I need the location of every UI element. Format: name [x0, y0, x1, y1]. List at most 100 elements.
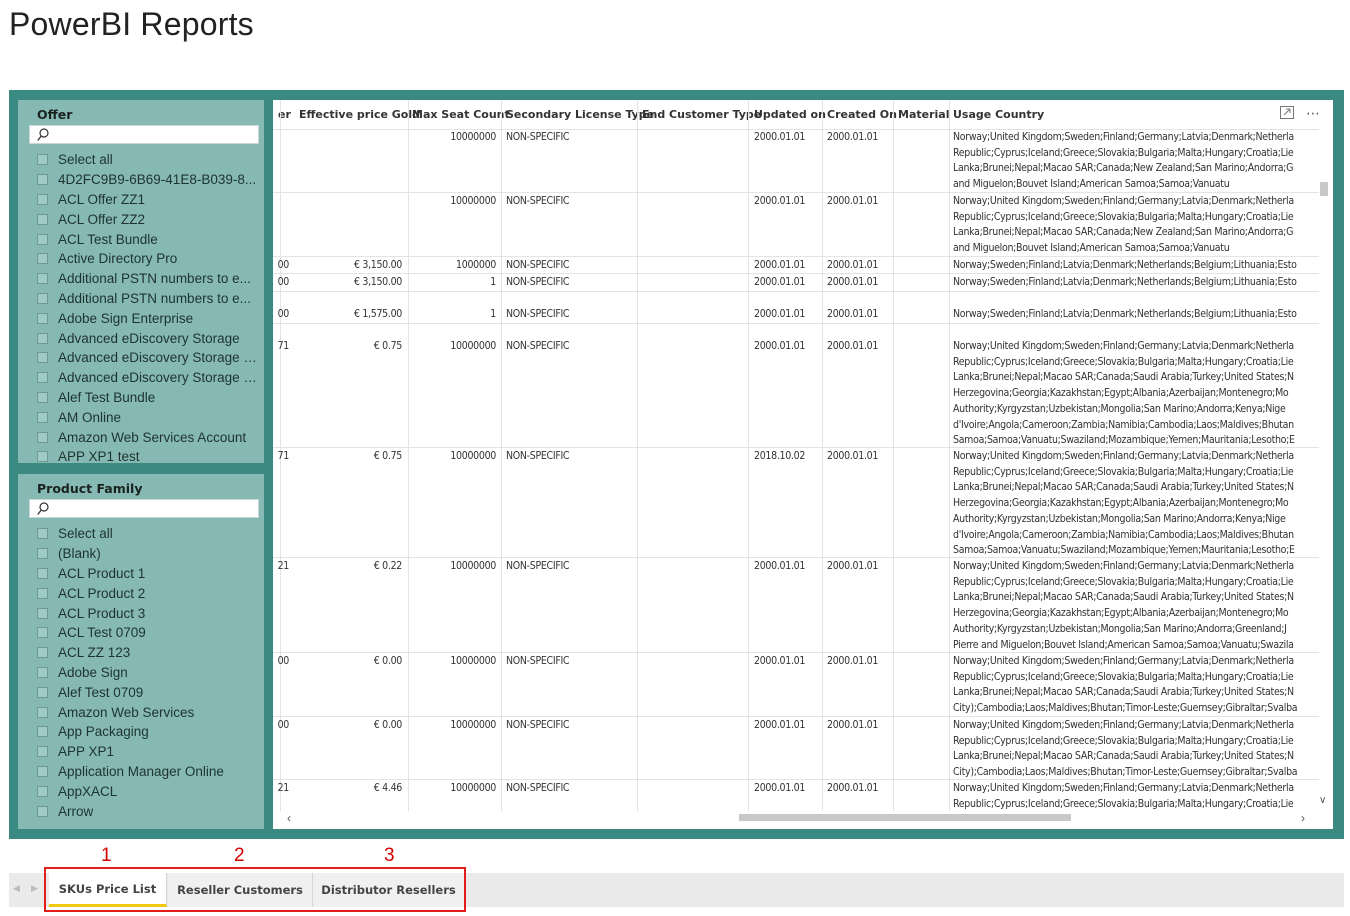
- vertical-scrollbar[interactable]: ∨: [1319, 130, 1333, 816]
- checkbox[interactable]: [37, 451, 48, 463]
- family-slicer-item[interactable]: Alef Test 0709: [18, 682, 264, 702]
- cell-max-seat-count: 10000000: [450, 560, 496, 572]
- family-slicer-item[interactable]: (Blank): [18, 544, 264, 564]
- family-slicer-item[interactable]: Select all: [18, 524, 264, 544]
- offer-slicer-item[interactable]: Advanced eDiscovery Storage f...: [18, 368, 264, 388]
- column-header-updated-on[interactable]: Updated on: [754, 108, 826, 121]
- checkbox[interactable]: [37, 726, 48, 738]
- checkbox[interactable]: [37, 292, 48, 304]
- slicer-item-label: APP XP1: [58, 744, 115, 760]
- checkbox[interactable]: [37, 391, 48, 403]
- checkbox[interactable]: [37, 174, 48, 186]
- offer-slicer-item[interactable]: Additional PSTN numbers to e...: [18, 289, 264, 309]
- family-slicer-item[interactable]: Adobe Sign: [18, 663, 264, 683]
- checkbox[interactable]: [37, 765, 48, 777]
- checkbox[interactable]: [37, 666, 48, 678]
- checkbox[interactable]: [37, 587, 48, 599]
- column-divider: [637, 100, 638, 811]
- offer-slicer-item[interactable]: Alef Test Bundle: [18, 388, 264, 408]
- cell-updated-on: 2000.01.01: [754, 560, 806, 572]
- family-slicer-item[interactable]: App Packaging: [18, 722, 264, 742]
- focus-mode-icon[interactable]: [1280, 106, 1294, 119]
- slicer-item-label: Application Manager Online: [58, 763, 224, 779]
- column-divider: [822, 100, 823, 811]
- scroll-down-icon[interactable]: ∨: [1319, 795, 1326, 806]
- slicer-item-label: ACL Offer ZZ2: [58, 211, 146, 227]
- column-header-created-on[interactable]: Created On: [827, 108, 897, 121]
- family-slicer-item[interactable]: Amazon Web Services: [18, 702, 264, 722]
- column-header-effective-price-gold[interactable]: Effective price Gold: [299, 108, 420, 121]
- cell-created-on: 2000.01.01: [827, 131, 879, 143]
- slicer-item-label: ACL Product 3: [58, 605, 146, 621]
- offer-slicer-item[interactable]: ACL Offer ZZ1: [18, 190, 264, 210]
- checkbox[interactable]: [37, 627, 48, 639]
- family-slicer-item[interactable]: Application Manager Online: [18, 762, 264, 782]
- cell-created-on: 2000.01.01: [827, 560, 879, 572]
- column-header-usage-country[interactable]: Usage Country: [953, 108, 1044, 121]
- tabs-prev-icon[interactable]: ◀: [13, 883, 20, 894]
- checkbox[interactable]: [37, 431, 48, 443]
- offer-slicer-item[interactable]: Active Directory Pro: [18, 249, 264, 269]
- checkbox[interactable]: [37, 253, 48, 265]
- checkbox[interactable]: [37, 785, 48, 797]
- checkbox[interactable]: [37, 411, 48, 423]
- product-family-search-input[interactable]: [29, 499, 259, 518]
- column-header-end-customer-type[interactable]: End Customer Type: [642, 108, 761, 121]
- checkbox[interactable]: [37, 332, 48, 344]
- column-header-max-seat-count[interactable]: Max Seat Count: [412, 108, 510, 121]
- scroll-left-icon[interactable]: ‹: [287, 811, 291, 825]
- offer-slicer-item[interactable]: 4D2FC9B9-6B69-41E8-B039-8...: [18, 170, 264, 190]
- column-header-material[interactable]: Material: [898, 108, 949, 121]
- annotation-highlight-box: [44, 867, 466, 912]
- family-slicer-item[interactable]: ACL Product 2: [18, 583, 264, 603]
- checkbox[interactable]: [37, 567, 48, 579]
- cell-max-seat-count: 1: [490, 308, 496, 320]
- offer-slicer-item[interactable]: ACL Test Bundle: [18, 229, 264, 249]
- family-slicer-item[interactable]: ACL Product 3: [18, 603, 264, 623]
- offer-slicer-item[interactable]: Select all: [18, 150, 264, 170]
- offer-item-list: Select all 4D2FC9B9-6B69-41E8-B039-8... AC…: [18, 150, 264, 463]
- scroll-right-icon[interactable]: ›: [1301, 811, 1305, 825]
- checkbox[interactable]: [37, 548, 48, 560]
- offer-slicer-item[interactable]: Additional PSTN numbers to e...: [18, 269, 264, 289]
- column-header-secondary-license-type[interactable]: Secondary License Type: [506, 108, 654, 121]
- offer-search-input[interactable]: [29, 125, 259, 144]
- horizontal-scrollbar[interactable]: ‹ ›: [273, 811, 1319, 825]
- offer-slicer-item[interactable]: AM Online: [18, 407, 264, 427]
- checkbox[interactable]: [37, 686, 48, 698]
- checkbox[interactable]: [37, 352, 48, 364]
- checkbox[interactable]: [37, 706, 48, 718]
- offer-slicer-item[interactable]: Adobe Sign Enterprise: [18, 308, 264, 328]
- checkbox[interactable]: [37, 528, 48, 540]
- offer-slicer-item[interactable]: Advanced eDiscovery Storage: [18, 328, 264, 348]
- family-slicer-item[interactable]: AppXACL: [18, 781, 264, 801]
- offer-slicer-item[interactable]: Advanced eDiscovery Storage (...: [18, 348, 264, 368]
- checkbox[interactable]: [37, 273, 48, 285]
- more-options-icon[interactable]: ⋯: [1306, 106, 1321, 120]
- checkbox[interactable]: [37, 213, 48, 225]
- vertical-scroll-thumb[interactable]: [1320, 182, 1328, 196]
- checkbox[interactable]: [37, 607, 48, 619]
- family-slicer-item[interactable]: Arrow: [18, 801, 264, 821]
- checkbox[interactable]: [37, 647, 48, 659]
- checkbox[interactable]: [37, 193, 48, 205]
- table-header: er Effective price Gold Max Seat Count S…: [273, 100, 1319, 130]
- family-slicer-item[interactable]: APP XP1: [18, 742, 264, 762]
- slicer-item-label: ACL Product 2: [58, 585, 146, 601]
- tabs-next-icon[interactable]: ▶: [31, 883, 38, 894]
- checkbox[interactable]: [37, 154, 48, 166]
- family-slicer-item[interactable]: ACL ZZ 123: [18, 643, 264, 663]
- checkbox[interactable]: [37, 312, 48, 324]
- checkbox[interactable]: [37, 372, 48, 384]
- offer-slicer-item[interactable]: APP XP1 test: [18, 447, 264, 463]
- offer-slicer-item[interactable]: ACL Offer ZZ2: [18, 209, 264, 229]
- family-slicer-item[interactable]: ACL Test 0709: [18, 623, 264, 643]
- slicer-item-label: Amazon Web Services Account: [58, 429, 247, 445]
- cell-usage-country: Norway;United Kingdom;Sweden;Finland;Ger…: [953, 560, 1294, 651]
- family-slicer-item[interactable]: ACL Product 1: [18, 564, 264, 584]
- offer-slicer-item[interactable]: Amazon Web Services Account: [18, 427, 264, 447]
- checkbox[interactable]: [37, 233, 48, 245]
- horizontal-scroll-thumb[interactable]: [739, 814, 1071, 821]
- checkbox[interactable]: [37, 746, 48, 758]
- checkbox[interactable]: [37, 805, 48, 817]
